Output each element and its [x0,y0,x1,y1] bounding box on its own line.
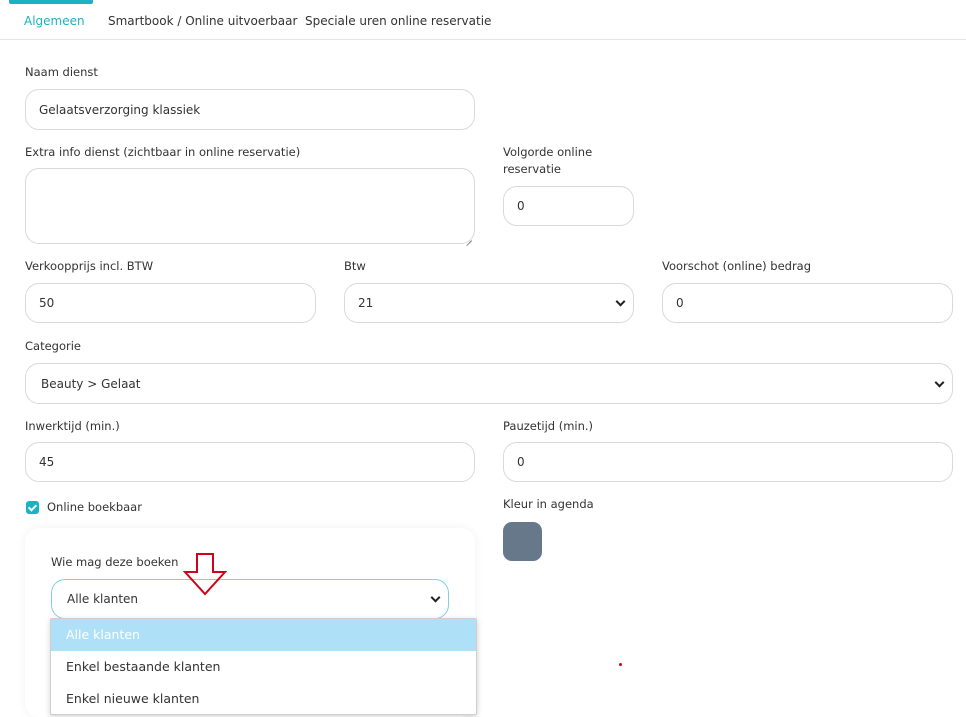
verkoopprijs-label: Verkoopprijs incl. BTW [25,259,154,273]
volgorde-label-line2: reservatie [503,162,561,176]
verkoopprijs-input[interactable]: 50 [25,283,316,323]
categorie-select[interactable]: Beauty > Gelaat [25,363,953,404]
inwerktijd-label: Inwerktijd (min.) [25,419,120,433]
extra-info-textarea[interactable] [25,168,475,244]
categorie-value: Beauty > Gelaat [41,376,141,391]
dropdown-option[interactable]: Enkel bestaande klanten [51,651,476,683]
btw-label: Btw [344,259,366,273]
chevron-down-icon [934,377,945,388]
btw-select[interactable]: 21 [344,283,634,323]
volgorde-input[interactable]: 0 [503,186,634,226]
pauzetijd-label: Pauzetijd (min.) [503,419,594,433]
resize-grip-icon[interactable] [466,235,472,241]
tab-algemeen[interactable]: Algemeen [24,14,85,28]
naam-dienst-value: Gelaatsverzorging klassiek [39,102,201,117]
naam-dienst-label: Naam dienst [25,65,98,79]
annotation-dot [619,663,622,666]
inwerktijd-value: 45 [39,455,55,469]
voorschot-value: 0 [676,296,684,310]
wie-mag-select[interactable]: Alle klanten [51,579,449,619]
naam-dienst-input[interactable]: Gelaatsverzorging klassiek [25,89,475,130]
tab-speciale-uren[interactable]: Speciale uren online reservatie [305,14,491,28]
online-boekbaar-checkbox[interactable] [26,501,39,514]
chevron-down-icon [430,592,441,603]
voorschot-input[interactable]: 0 [662,283,953,323]
chevron-down-icon [615,296,626,307]
tab-smartbook[interactable]: Smartbook / Online uitvoerbaar [108,14,297,28]
pauzetijd-input[interactable]: 0 [503,442,953,482]
categorie-label: Categorie [25,339,81,353]
online-boekbaar-label: Online boekbaar [47,500,142,514]
verkoopprijs-value: 50 [39,296,55,310]
pauzetijd-value: 0 [517,455,525,469]
wie-mag-value: Alle klanten [67,592,139,606]
arrow-down-outline-icon [182,553,228,596]
active-tab-indicator [9,0,93,4]
dropdown-option[interactable]: Enkel nieuwe klanten [51,683,476,714]
volgorde-value: 0 [517,199,525,213]
tab-bar: Algemeen Smartbook / Online uitvoerbaar … [0,0,966,40]
inwerktijd-input[interactable]: 45 [25,442,475,482]
color-swatch[interactable] [503,522,542,561]
wie-mag-label: Wie mag deze boeken [51,555,179,569]
volgorde-label-line1: Volgorde online [503,145,593,159]
extra-info-label: Extra info dienst (zichtbaar in online r… [25,145,301,159]
kleur-label: Kleur in agenda [503,497,594,511]
wie-mag-dropdown: Alle klanten Enkel bestaande klanten Enk… [50,618,477,715]
voorschot-label: Voorschot (online) bedrag [662,259,812,273]
btw-value: 21 [358,296,374,310]
dropdown-option[interactable]: Alle klanten [51,619,476,651]
